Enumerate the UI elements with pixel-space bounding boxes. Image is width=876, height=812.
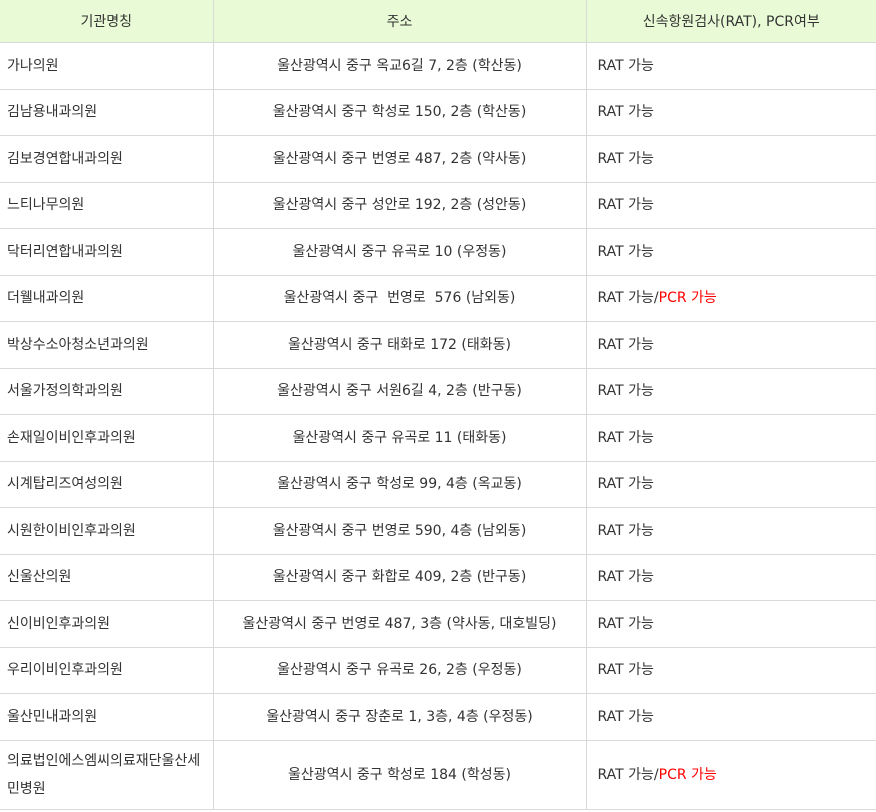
table-row: 우리이비인후과의원 울산광역시 중구 유곡로 26, 2층 (우정동) RAT … (0, 647, 876, 694)
rat-status: RAT 가능 (597, 150, 654, 167)
clinic-address: 울산광역시 중구 학성로 99, 4층 (옥교동) (213, 461, 587, 508)
clinic-name: 신울산의원 (0, 554, 214, 601)
rat-status: RAT 가능 (597, 197, 654, 214)
table-row: 느티나무의원 울산광역시 중구 성안로 192, 2층 (성안동) RAT 가능 (0, 182, 876, 229)
pcr-status: PCR 가능 (658, 290, 717, 307)
clinic-address: 울산광역시 중구 유곡로 11 (태화동) (213, 414, 587, 462)
clinic-address: 울산광역시 중구 학성로 184 (학성동) (213, 740, 587, 810)
pcr-status: PCR 가능 (658, 766, 717, 783)
table-row: 닥터리연합내과의원 울산광역시 중구 유곡로 10 (우정동) RAT 가능 (0, 228, 876, 276)
rat-status: RAT 가능 (597, 104, 654, 121)
test-availability: RAT 가능 (586, 507, 876, 555)
table-row: 김보경연합내과의원 울산광역시 중구 번영로 487, 2층 (약사동) RAT… (0, 135, 876, 183)
test-availability: RAT 가능/PCR 가능 (586, 740, 876, 810)
clinic-address: 울산광역시 중구 유곡로 10 (우정동) (213, 228, 587, 276)
table-row: 시원한이비인후과의원 울산광역시 중구 번영로 590, 4층 (남외동) RA… (0, 507, 876, 555)
rat-status: RAT 가능 (597, 383, 654, 400)
table-row: 서울가정의학과의원 울산광역시 중구 서원6길 4, 2층 (반구동) RAT … (0, 368, 876, 415)
table-row: 손재일이비인후과의원 울산광역시 중구 유곡로 11 (태화동) RAT 가능 (0, 414, 876, 462)
clinic-address: 울산광역시 중구 번영로 590, 4층 (남외동) (213, 507, 587, 555)
rat-status: RAT 가능/ (597, 290, 659, 307)
rat-status: RAT 가능 (597, 708, 654, 725)
header-test-availability: 신속항원검사(RAT), PCR여부 (586, 0, 876, 43)
rat-status: RAT 가능 (597, 57, 654, 74)
rat-status: RAT 가능 (597, 429, 654, 446)
test-availability: RAT 가능 (586, 89, 876, 136)
clinic-address: 울산광역시 중구 학성로 150, 2층 (학산동) (213, 89, 587, 136)
test-availability: RAT 가능/PCR 가능 (586, 275, 876, 322)
clinic-name: 손재일이비인후과의원 (0, 414, 214, 462)
test-availability: RAT 가능 (586, 461, 876, 508)
test-availability: RAT 가능 (586, 600, 876, 648)
clinic-name: 서울가정의학과의원 (0, 368, 214, 415)
table-row: 김남용내과의원 울산광역시 중구 학성로 150, 2층 (학산동) RAT 가… (0, 89, 876, 136)
clinic-name: 김보경연합내과의원 (0, 135, 214, 183)
rat-status: RAT 가능 (597, 476, 654, 493)
clinic-name: 박상수소아청소년과의원 (0, 321, 214, 369)
clinic-name: 우리이비인후과의원 (0, 647, 214, 694)
clinic-name: 울산민내과의원 (0, 693, 214, 741)
table-row: 울산민내과의원 울산광역시 중구 장춘로 1, 3층, 4층 (우정동) RAT… (0, 693, 876, 741)
clinic-address: 울산광역시 중구 유곡로 26, 2층 (우정동) (213, 647, 587, 694)
clinic-name: 신이비인후과의원 (0, 600, 214, 648)
clinic-address: 울산광역시 중구 번영로 487, 2층 (약사동) (213, 135, 587, 183)
table-row: 의료법인에스엠씨의료재단울산세민병원 울산광역시 중구 학성로 184 (학성동… (0, 740, 876, 810)
table-row: 박상수소아청소년과의원 울산광역시 중구 태화로 172 (태화동) RAT 가… (0, 321, 876, 369)
clinic-name: 시계탑리즈여성의원 (0, 461, 214, 508)
clinic-address: 울산광역시 중구 화합로 409, 2층 (반구동) (213, 554, 587, 601)
clinic-table: 기관명칭 주소 신속항원검사(RAT), PCR여부 가나의원 울산광역시 중구… (0, 0, 876, 810)
header-name: 기관명칭 (0, 0, 214, 43)
rat-status: RAT 가능 (597, 615, 654, 632)
rat-status: RAT 가능/ (597, 766, 659, 783)
table-row: 더웰내과의원 울산광역시 중구 번영로 576 (남외동) RAT 가능/PCR… (0, 275, 876, 322)
test-availability: RAT 가능 (586, 368, 876, 415)
clinic-name: 느티나무의원 (0, 182, 214, 229)
clinic-name: 가나의원 (0, 42, 214, 90)
clinic-name: 의료법인에스엠씨의료재단울산세민병원 (0, 740, 214, 810)
test-availability: RAT 가능 (586, 693, 876, 741)
clinic-address: 울산광역시 중구 옥교6길 7, 2층 (학산동) (213, 42, 587, 90)
rat-status: RAT 가능 (597, 522, 654, 539)
table-row: 신이비인후과의원 울산광역시 중구 번영로 487, 3층 (약사동, 대호빌딩… (0, 600, 876, 648)
test-availability: RAT 가능 (586, 228, 876, 276)
test-availability: RAT 가능 (586, 554, 876, 601)
clinic-name: 김남용내과의원 (0, 89, 214, 136)
rat-status: RAT 가능 (597, 243, 654, 260)
test-availability: RAT 가능 (586, 135, 876, 183)
clinic-address: 울산광역시 중구 번영로 487, 3층 (약사동, 대호빌딩) (213, 600, 587, 648)
clinic-name: 더웰내과의원 (0, 275, 214, 322)
table-row: 시계탑리즈여성의원 울산광역시 중구 학성로 99, 4층 (옥교동) RAT … (0, 461, 876, 508)
clinic-address: 울산광역시 중구 번영로 576 (남외동) (213, 275, 587, 322)
test-availability: RAT 가능 (586, 414, 876, 462)
test-availability: RAT 가능 (586, 647, 876, 694)
test-availability: RAT 가능 (586, 182, 876, 229)
clinic-address: 울산광역시 중구 장춘로 1, 3층, 4층 (우정동) (213, 693, 587, 741)
table-row: 신울산의원 울산광역시 중구 화합로 409, 2층 (반구동) RAT 가능 (0, 554, 876, 601)
table-header-row: 기관명칭 주소 신속항원검사(RAT), PCR여부 (0, 0, 876, 43)
rat-status: RAT 가능 (597, 569, 654, 586)
clinic-name: 닥터리연합내과의원 (0, 228, 214, 276)
header-address: 주소 (213, 0, 587, 43)
clinic-address: 울산광역시 중구 성안로 192, 2층 (성안동) (213, 182, 587, 229)
clinic-address: 울산광역시 중구 서원6길 4, 2층 (반구동) (213, 368, 587, 415)
clinic-name: 시원한이비인후과의원 (0, 507, 214, 555)
test-availability: RAT 가능 (586, 42, 876, 90)
test-availability: RAT 가능 (586, 321, 876, 369)
table-row: 가나의원 울산광역시 중구 옥교6길 7, 2층 (학산동) RAT 가능 (0, 42, 876, 90)
rat-status: RAT 가능 (597, 336, 654, 353)
clinic-address: 울산광역시 중구 태화로 172 (태화동) (213, 321, 587, 369)
rat-status: RAT 가능 (597, 662, 654, 679)
